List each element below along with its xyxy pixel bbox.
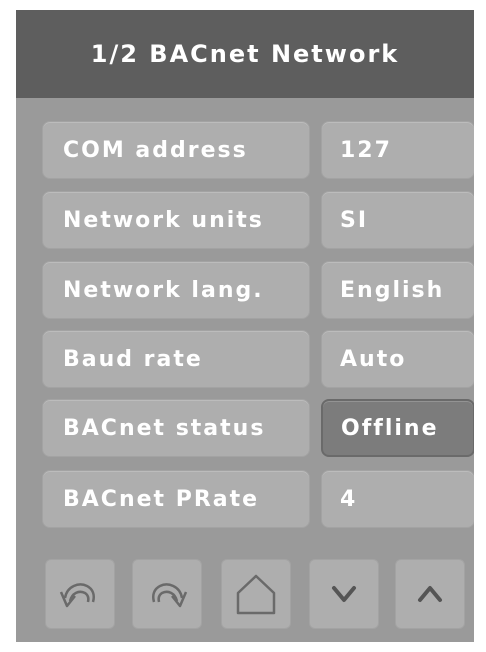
- undo-button[interactable]: [45, 559, 115, 629]
- setting-row-bacnet-status: BACnet status Offline: [42, 399, 474, 457]
- baud-rate-value-button[interactable]: Auto: [321, 330, 474, 388]
- page-title: 1/2 BACnet Network: [16, 10, 474, 98]
- network-lang-label-button[interactable]: Network lang.: [42, 261, 310, 319]
- home-icon: [236, 574, 276, 615]
- setting-row-network-units: Network units SI: [42, 191, 474, 249]
- undo-icon: [59, 583, 95, 608]
- bacnet-status-value-button[interactable]: Offline: [321, 399, 474, 457]
- network-units-value-button[interactable]: SI: [321, 191, 474, 249]
- com-address-label-button[interactable]: COM address: [42, 121, 310, 179]
- network-units-label-button[interactable]: Network units: [42, 191, 310, 249]
- scroll-down-button[interactable]: [309, 559, 379, 629]
- redo-icon: [152, 583, 188, 608]
- chevron-up-icon: [418, 586, 442, 602]
- bacnet-prate-value-button[interactable]: 4: [321, 470, 474, 528]
- thermostat-screen: 1/2 BACnet Network COM address 127 Netwo…: [16, 10, 474, 642]
- setting-row-baud-rate: Baud rate Auto: [42, 330, 474, 388]
- redo-button[interactable]: [132, 559, 202, 629]
- scroll-up-button[interactable]: [395, 559, 465, 629]
- com-address-value-button[interactable]: 127: [321, 121, 474, 179]
- setting-row-com-address: COM address 127: [42, 121, 474, 179]
- bacnet-prate-label-button[interactable]: BACnet PRate: [42, 470, 310, 528]
- baud-rate-label-button[interactable]: Baud rate: [42, 330, 310, 388]
- home-button[interactable]: [221, 559, 291, 629]
- bacnet-status-label-button[interactable]: BACnet status: [42, 399, 310, 457]
- chevron-down-icon: [332, 586, 356, 602]
- network-lang-value-button[interactable]: English: [321, 261, 474, 319]
- setting-row-bacnet-prate: BACnet PRate 4: [42, 470, 474, 528]
- setting-row-network-lang: Network lang. English: [42, 261, 474, 319]
